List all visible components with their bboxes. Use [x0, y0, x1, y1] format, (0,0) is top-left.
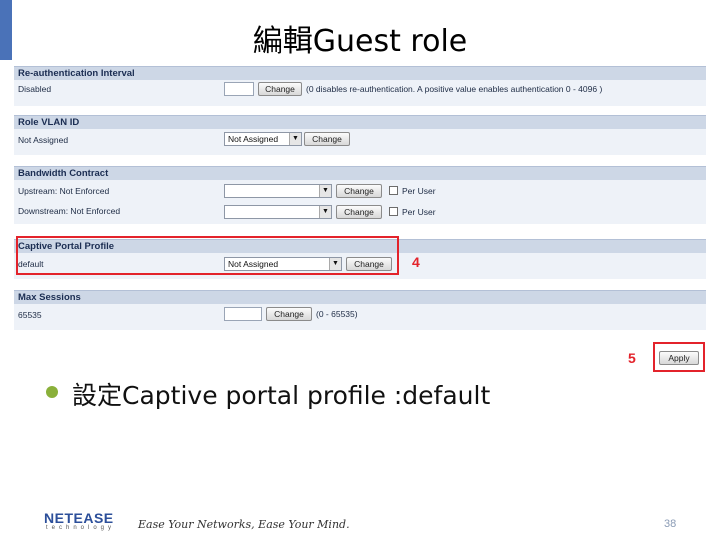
upstream-change-button[interactable]: Change	[336, 184, 382, 198]
brand-slogan: Ease Your Networks, Ease Your Mind.	[138, 518, 350, 531]
upstream-select[interactable]: ▼	[224, 184, 332, 198]
vlan-current-label: Not Assigned	[18, 135, 69, 145]
bandwidth-rows: Upstream: Not Enforced ▼ Change Per User…	[14, 180, 706, 224]
brand-subtitle: technology	[46, 525, 116, 531]
step-5-marker: 5	[628, 350, 636, 366]
bandwidth-section-header: Bandwidth Contract	[14, 166, 706, 180]
reauth-row: Disabled Change (0 disables re-authentic…	[14, 80, 706, 106]
vlan-change-button[interactable]: Change	[304, 132, 350, 146]
slide-title: 編輯Guest role	[252, 24, 468, 59]
vlan-section-header: Role VLAN ID	[14, 115, 706, 129]
reauth-hint: (0 disables re-authentication. A positiv…	[306, 84, 603, 94]
bullet-text: 設定Captive portal profile :default	[72, 381, 491, 410]
apply-button[interactable]: Apply	[659, 351, 699, 365]
step-4-marker: 4	[412, 254, 420, 270]
vlan-select-value: Not Assigned	[228, 134, 279, 144]
downstream-per-user-checkbox[interactable]	[389, 207, 398, 216]
dropdown-arrow-icon: ▼	[289, 133, 301, 145]
max-sessions-current-label: 65535	[18, 310, 42, 320]
downstream-select[interactable]: ▼	[224, 205, 332, 219]
downstream-per-user-label: Per User	[402, 207, 436, 217]
reauth-change-button[interactable]: Change	[258, 82, 302, 96]
max-sessions-section-header: Max Sessions	[14, 290, 706, 304]
dropdown-arrow-icon: ▼	[319, 206, 331, 218]
reauth-current-label: Disabled	[18, 84, 52, 94]
page-number: 38	[664, 518, 677, 530]
upstream-per-user-label: Per User	[402, 186, 436, 196]
upstream-per-user-checkbox[interactable]	[389, 186, 398, 195]
brand-logo: NETEASE	[44, 510, 114, 526]
reauth-section-header: Re-authentication Interval	[14, 66, 706, 80]
role-config-panel: Re-authentication Interval Disabled Chan…	[14, 62, 706, 340]
step-4-highlight	[16, 236, 399, 275]
downstream-label: Downstream: Not Enforced	[18, 206, 121, 216]
max-sessions-change-button[interactable]: Change	[266, 307, 312, 321]
upstream-label: Upstream: Not Enforced	[18, 186, 110, 196]
vlan-row: Not Assigned Not Assigned ▼ Change	[14, 129, 706, 155]
reauth-interval-input[interactable]	[224, 82, 254, 96]
bullet-dot	[46, 386, 58, 398]
max-sessions-hint: (0 - 65535)	[316, 309, 358, 319]
dropdown-arrow-icon: ▼	[319, 185, 331, 197]
vlan-select[interactable]: Not Assigned ▼	[224, 132, 302, 146]
step-5-highlight: Apply	[653, 342, 705, 372]
max-sessions-row: 65535 Change (0 - 65535)	[14, 304, 706, 330]
max-sessions-input[interactable]	[224, 307, 262, 321]
downstream-change-button[interactable]: Change	[336, 205, 382, 219]
